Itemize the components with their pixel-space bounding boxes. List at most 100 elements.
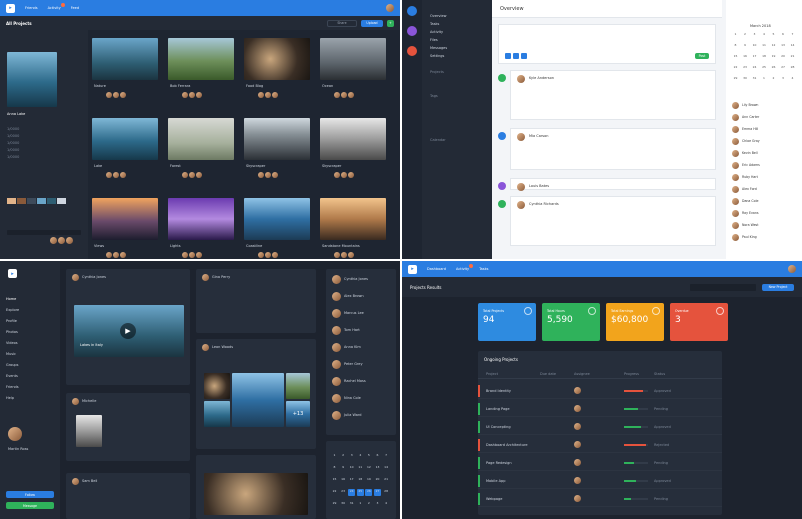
calendar-day[interactable]: 14 xyxy=(789,43,796,50)
swatch[interactable] xyxy=(7,198,16,204)
member-avatar[interactable] xyxy=(182,92,188,98)
sidebar-item-messages[interactable]: Messages xyxy=(430,46,484,50)
calendar-day[interactable]: 28 xyxy=(789,65,796,72)
member-avatar[interactable] xyxy=(265,92,271,98)
column-header[interactable]: Project xyxy=(486,372,498,376)
calendar-day[interactable]: 3 xyxy=(374,501,381,508)
nav-feed[interactable]: Feed xyxy=(71,6,79,10)
calendar-day[interactable]: 18 xyxy=(761,54,768,61)
table-row[interactable]: Webpage Pending xyxy=(478,491,722,507)
person-avatar[interactable] xyxy=(332,309,341,318)
contact-name[interactable]: Paul King xyxy=(742,235,757,239)
play-icon[interactable]: ▶ xyxy=(120,323,136,339)
column-header[interactable]: Status xyxy=(654,372,665,376)
video-thumbnail[interactable]: ▶ Lakes in Italy xyxy=(74,305,184,357)
person-avatar[interactable] xyxy=(332,377,341,386)
menu-item[interactable]: Groups xyxy=(6,363,18,367)
project-tile[interactable]: Coastline xyxy=(244,198,312,259)
calendar-day[interactable]: 3 xyxy=(780,76,787,83)
calendar-day[interactable]: 1 xyxy=(732,32,739,39)
table-row[interactable]: Dashboard Architecture Rejected xyxy=(478,437,722,453)
project-thumbnail[interactable] xyxy=(244,198,310,240)
person-name[interactable]: Anna Kim xyxy=(344,345,361,349)
calendar-day[interactable]: 4 xyxy=(357,453,364,460)
nav-tasks[interactable]: Tasks xyxy=(479,267,488,271)
member-avatar[interactable] xyxy=(196,252,202,258)
contact-name[interactable]: Alex Ford xyxy=(742,187,757,191)
project-tile[interactable]: Lights xyxy=(168,198,236,259)
calendar-day[interactable]: 10 xyxy=(751,43,758,50)
contact-name[interactable]: Ann Carter xyxy=(742,115,759,119)
member-avatar[interactable] xyxy=(348,252,354,258)
user-avatar[interactable] xyxy=(8,427,22,441)
link-icon[interactable] xyxy=(521,53,527,59)
project-tile[interactable]: Skyscraper xyxy=(320,118,388,188)
sidebar-item-tasks[interactable]: Tasks xyxy=(430,22,484,26)
calendar-day[interactable]: 10 xyxy=(348,465,355,472)
message-button[interactable]: Message xyxy=(6,502,54,509)
calendar-day[interactable]: 26 xyxy=(770,65,777,72)
member-avatar[interactable] xyxy=(113,172,119,178)
contact-avatar[interactable] xyxy=(732,150,739,157)
search-input[interactable] xyxy=(690,283,756,291)
project-tile[interactable]: Nature xyxy=(92,38,160,108)
gallery-image[interactable] xyxy=(232,373,284,427)
swatch[interactable] xyxy=(57,198,66,204)
calendar-day[interactable]: 1 xyxy=(761,76,768,83)
calendar-day[interactable]: 16 xyxy=(742,54,749,61)
contact-name[interactable]: Nora West xyxy=(742,223,758,227)
contact-name[interactable]: Eric Adams xyxy=(742,163,760,167)
person-name[interactable]: Rachel Moss xyxy=(344,379,366,383)
table-row[interactable]: Brand Identity Approved xyxy=(478,383,722,399)
member-avatar[interactable] xyxy=(113,252,119,258)
calendar-day[interactable]: 9 xyxy=(742,43,749,50)
calendar-day[interactable]: 27 xyxy=(780,65,787,72)
person-name[interactable]: Nina Cole xyxy=(344,396,361,400)
project-thumbnail[interactable] xyxy=(168,38,234,80)
calendar-day[interactable]: 17 xyxy=(348,477,355,484)
person-name[interactable]: Alex Brown xyxy=(344,294,364,298)
post-composer[interactable]: Post xyxy=(498,24,716,64)
project-tile[interactable]: Lake xyxy=(92,118,160,188)
person-avatar[interactable] xyxy=(332,275,341,284)
calendar-day[interactable]: 8 xyxy=(331,465,338,472)
logo-icon[interactable]: ▸ xyxy=(408,264,417,274)
person-avatar[interactable] xyxy=(332,292,341,301)
author-avatar[interactable] xyxy=(202,274,209,281)
project-thumbnail[interactable] xyxy=(244,38,310,80)
member-avatar[interactable] xyxy=(348,172,354,178)
member-avatar[interactable] xyxy=(113,92,119,98)
upload-button[interactable]: Upload xyxy=(361,19,383,27)
sidebar-item-settings[interactable]: Settings xyxy=(430,54,484,58)
assignee-avatar[interactable] xyxy=(574,423,581,430)
nav-friends[interactable]: Friends xyxy=(25,6,38,10)
gallery-image[interactable] xyxy=(204,401,230,427)
member-avatar[interactable] xyxy=(341,92,347,98)
project-name[interactable]: Brand Identity xyxy=(486,389,511,393)
contact-avatar[interactable] xyxy=(732,174,739,181)
project-tile[interactable]: Food Blog xyxy=(244,38,312,108)
member-avatar[interactable] xyxy=(341,252,347,258)
member-avatar[interactable] xyxy=(348,92,354,98)
person-avatar[interactable] xyxy=(332,360,341,369)
menu-item[interactable]: Home xyxy=(6,297,16,301)
calendar-day[interactable]: 15 xyxy=(732,54,739,61)
project-thumbnail[interactable] xyxy=(92,38,158,80)
calendar-day[interactable]: 1 xyxy=(331,453,338,460)
calendar-day[interactable]: 21 xyxy=(789,54,796,61)
calendar-day[interactable]: 31 xyxy=(751,76,758,83)
assignee-avatar[interactable] xyxy=(574,495,581,502)
project-name[interactable]: Landing Page xyxy=(486,407,510,411)
image-icon[interactable] xyxy=(513,53,519,59)
project-thumbnail[interactable] xyxy=(320,38,386,80)
project-tile[interactable]: Views xyxy=(92,198,160,259)
author-avatar[interactable] xyxy=(72,274,79,281)
member-avatar[interactable] xyxy=(189,172,195,178)
contact-name[interactable]: Emma Hill xyxy=(742,127,758,131)
member-avatar[interactable] xyxy=(272,252,278,258)
sidebar-item-files[interactable]: Files xyxy=(430,38,484,42)
contact-avatar[interactable] xyxy=(732,162,739,169)
sidebar-item-activity[interactable]: Activity xyxy=(430,30,484,34)
collaborator-avatar[interactable] xyxy=(58,237,65,244)
calendar-day[interactable]: 2 xyxy=(365,501,372,508)
